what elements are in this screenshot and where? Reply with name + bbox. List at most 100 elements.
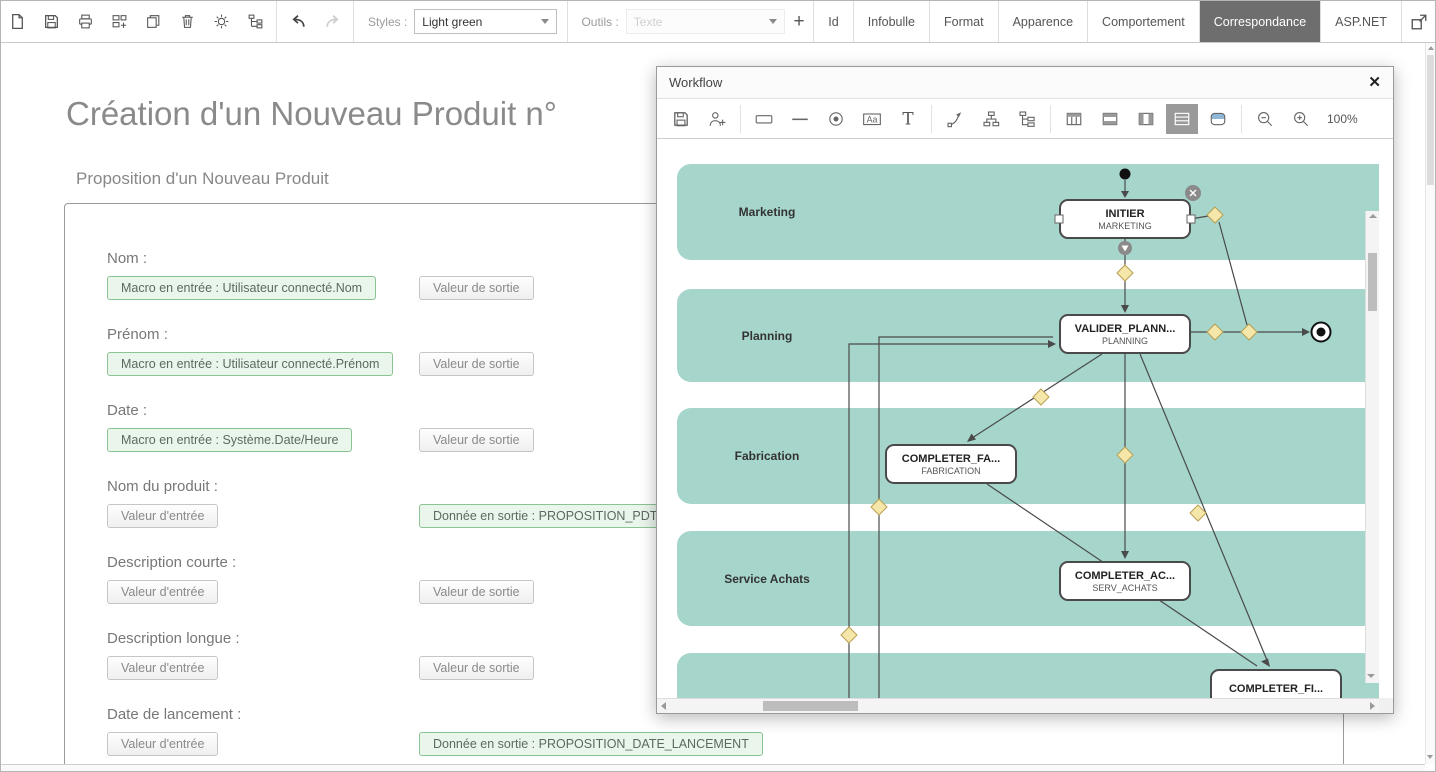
tab-apparence[interactable]: Apparence [998,1,1087,42]
save-button[interactable] [35,1,69,42]
wf-label-tool-button[interactable]: Aa [856,104,888,134]
property-tabs: Id Infobulle Format Apparence Comporteme… [813,1,1401,42]
wf-save-button[interactable] [665,104,697,134]
zoom-out-icon [1256,110,1274,128]
zoom-in-icon [1292,110,1310,128]
mapping-button[interactable]: Donnée en sortie : PROPOSITION_DATE_LANC… [419,732,763,756]
wf-connector-tool-button[interactable] [939,104,971,134]
redo-icon [323,13,342,30]
tools-combo[interactable] [626,9,785,34]
wf-pane-tool-button[interactable] [1202,104,1234,134]
mapping-button[interactable]: Valeur de sortie [419,352,534,376]
mapping-button[interactable]: Valeur d'entrée [107,504,218,528]
workflow-canvas[interactable]: Marketing Planning Fabrication Service A… [657,139,1379,698]
wf-hierarchy-tool-button[interactable] [975,104,1007,134]
tab-comportement[interactable]: Comportement [1087,1,1199,42]
workflow-horizontal-scrollbar[interactable] [657,698,1379,713]
svg-text:T: T [902,110,914,128]
wf-zoom-out-button[interactable] [1249,104,1281,134]
styles-select-value: Light green [422,15,482,29]
tree-view-button[interactable] [238,1,272,42]
delete-button[interactable] [171,1,205,42]
scrollbar-thumb[interactable] [763,701,858,711]
delete-icon [179,13,196,30]
scrollbar-thumb[interactable] [1427,55,1434,185]
redo-button[interactable] [315,1,349,42]
toolbar-divider [567,1,568,42]
wf-text-tool-button[interactable]: T [892,104,924,134]
table-header-icon [1065,110,1083,128]
save-icon [672,110,690,128]
workflow-dialog-titlebar[interactable]: Workflow ✕ [657,67,1393,99]
wf-table-rows-tool-button[interactable] [1094,104,1126,134]
tab-format[interactable]: Format [929,1,998,42]
toolbar-divider [1241,105,1242,133]
chevron-down-icon [769,19,777,24]
mapping-button[interactable]: Valeur d'entrée [107,656,218,680]
tools-input[interactable] [634,15,764,29]
tab-correspondance[interactable]: Correspondance [1199,1,1320,42]
connector-tool-icon [946,110,964,128]
mapping-button[interactable]: Valeur de sortie [419,428,534,452]
settings-button[interactable] [204,1,238,42]
scroll-right-arrow[interactable] [1370,702,1375,710]
zoom-level: 100% [1327,112,1358,126]
wf-rectangle-tool-button[interactable] [748,104,780,134]
mapping-button[interactable]: Valeur de sortie [419,656,534,680]
form-fields-icon [111,13,128,30]
print-button[interactable] [69,1,103,42]
form-fields-button[interactable] [103,1,137,42]
scroll-left-arrow[interactable] [661,702,666,710]
add-tool-button[interactable]: + [785,1,813,42]
workflow-vertical-scrollbar[interactable] [1365,211,1379,683]
selection-handle[interactable] [1055,215,1063,223]
copy-button[interactable] [137,1,171,42]
styles-select[interactable]: Light green [414,9,556,34]
toolbar-divider [353,1,354,42]
wf-org-tree-tool-button[interactable] [1011,104,1043,134]
toolbar-divider [931,105,932,133]
scroll-down-arrow[interactable] [1427,755,1433,759]
mapping-button[interactable]: Valeur d'entrée [107,580,218,604]
close-button[interactable]: ✕ [1368,75,1381,90]
svg-text:Aa: Aa [867,114,878,124]
tab-id[interactable]: Id [813,1,852,42]
new-document-button[interactable] [1,1,35,42]
wf-zoom-in-button[interactable] [1285,104,1317,134]
mapping-button[interactable]: Macro en entrée : Utilisateur connecté.P… [107,352,393,376]
scroll-up-arrow[interactable] [1369,214,1377,218]
toolbar-divider [740,105,741,133]
maximize-button[interactable] [1401,1,1435,42]
wf-radio-tool-button[interactable] [820,104,852,134]
mapping-button[interactable]: Valeur de sortie [419,276,534,300]
scrollbar-corner [1379,698,1393,713]
mapping-button[interactable]: Macro en entrée : Système.Date/Heure [107,428,352,452]
scroll-up-arrow[interactable] [1428,46,1434,50]
mapping-button[interactable]: Macro en entrée : Utilisateur connecté.N… [107,276,376,300]
scroll-down-arrow[interactable] [1367,674,1375,678]
tab-aspnet[interactable]: ASP.NET [1320,1,1401,42]
undo-button[interactable] [281,1,315,42]
wf-table-columns-tool-button[interactable] [1130,104,1162,134]
radio-button-icon [827,110,845,128]
wf-list-view-tool-button[interactable] [1166,104,1198,134]
mapping-button[interactable]: Valeur de sortie [419,580,534,604]
main-horizontal-scrollbar[interactable] [1,764,1425,771]
mapping-button[interactable]: Donnée en sortie : PROPOSITION_PDT [419,504,671,528]
tab-infobulle[interactable]: Infobulle [853,1,929,42]
main-toolbar: Styles : Light green Outils : + Id Infob… [1,1,1435,43]
main-vertical-scrollbar[interactable] [1425,43,1435,764]
wf-table-header-tool-button[interactable] [1058,104,1090,134]
wf-line-tool-button[interactable] [784,104,816,134]
list-view-icon [1173,110,1191,128]
new-document-icon [9,13,26,30]
hierarchy-icon [982,110,1000,128]
wf-add-actor-button[interactable] [701,104,733,134]
print-icon [77,13,94,30]
scrollbar-thumb[interactable] [1368,253,1377,311]
mapping-button[interactable]: Valeur d'entrée [107,732,218,756]
tree-view-icon [247,13,264,30]
workflow-toolbar: Aa T [657,99,1393,139]
table-columns-icon [1137,110,1155,128]
selection-handle[interactable] [1187,215,1195,223]
